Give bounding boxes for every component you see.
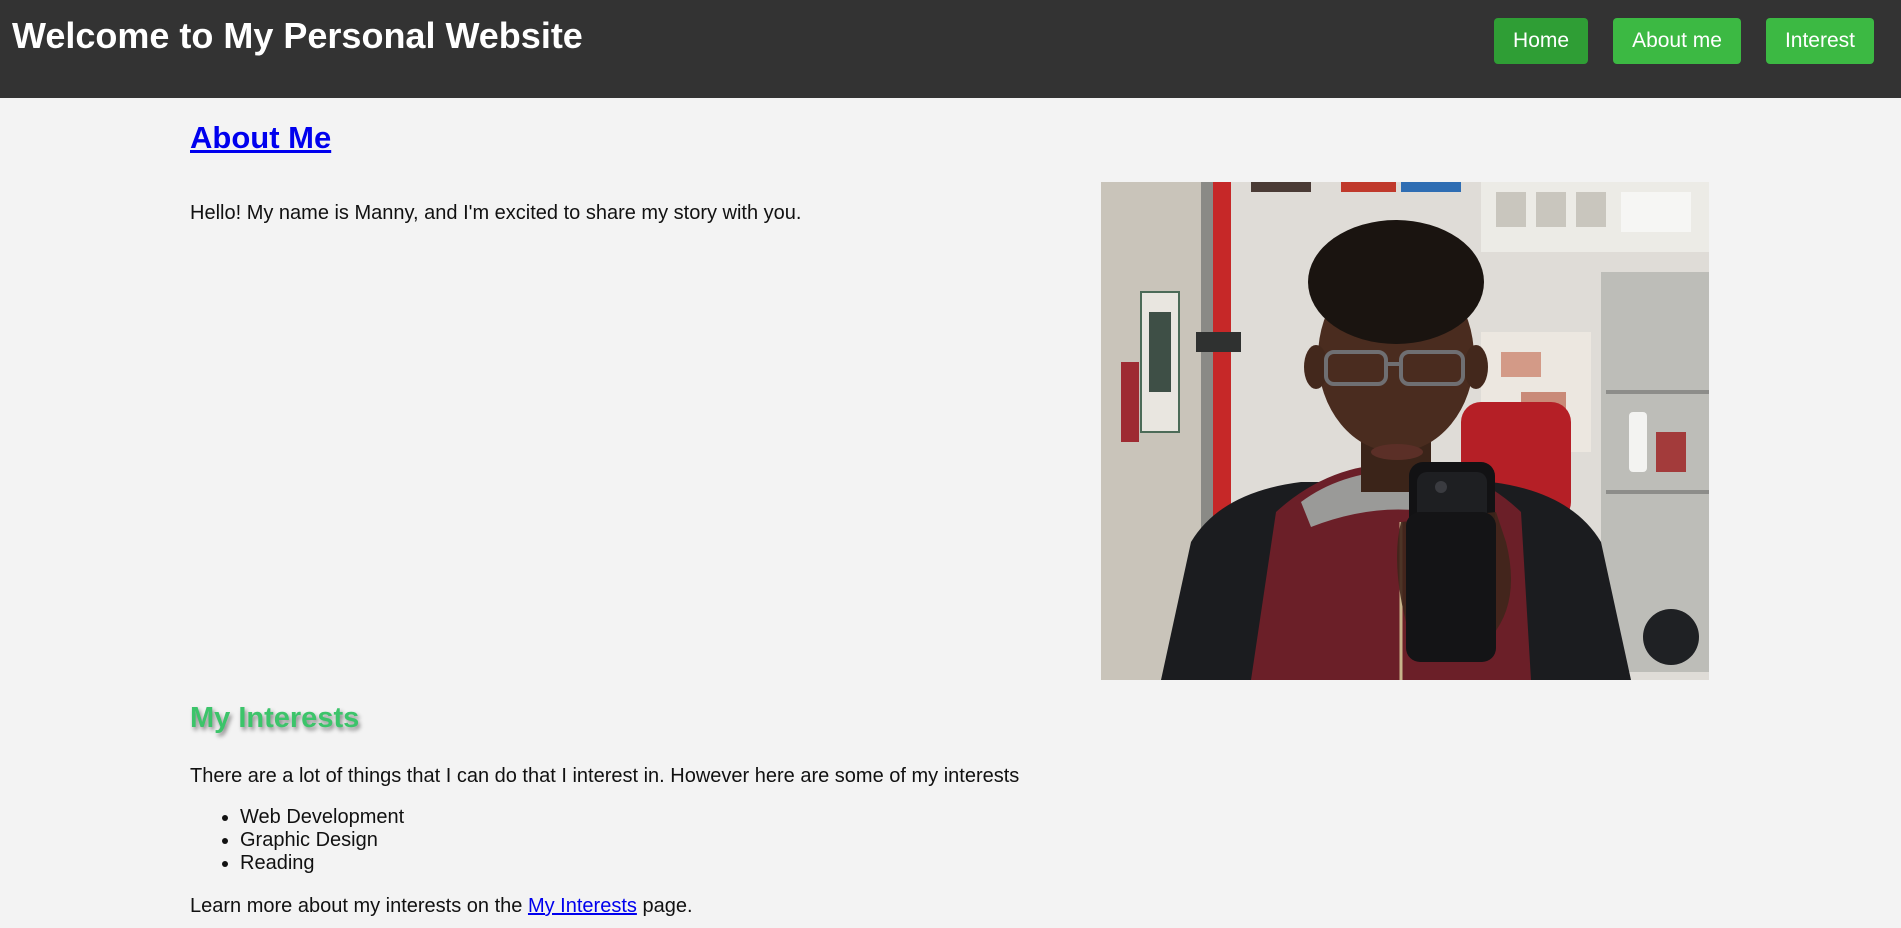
nav-about-button[interactable]: About me [1613,18,1741,64]
profile-photo [1101,182,1709,680]
list-item: Graphic Design [240,829,404,852]
about-intro-text: Hello! My name is Manny, and I'm excited… [190,202,802,224]
interests-list: Web Development Graphic Design Reading [190,806,404,875]
learn-more-suffix: page. [636,895,693,917]
site-header: Welcome to My Personal Website Home Abou… [0,0,1901,98]
learn-more-prefix: Learn more about my interests on the [190,895,528,917]
list-item: Reading [240,852,404,875]
interests-description: There are a lot of things that I can do … [190,765,1020,787]
main-nav: Home About me Interest [1494,18,1874,64]
about-heading-link[interactable]: About Me [190,118,331,158]
interests-heading: My Interests [190,702,360,734]
site-title: Welcome to My Personal Website [12,15,583,56]
list-item: Web Development [240,806,404,829]
my-interests-link[interactable]: My Interests [528,895,637,917]
nav-interest-button[interactable]: Interest [1765,18,1874,64]
nav-home-button[interactable]: Home [1494,18,1589,64]
learn-more-text: Learn more about my interests on the My … [190,894,693,918]
